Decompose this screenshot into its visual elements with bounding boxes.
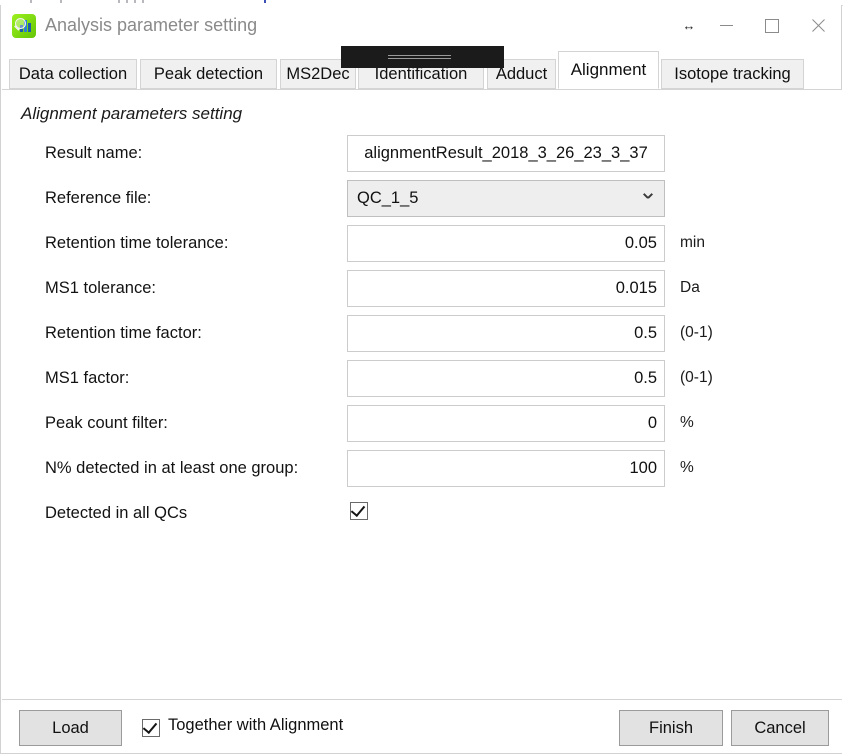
field-value: alignmentResult_2018_3_26_23_3_37 (364, 144, 648, 162)
label-ms1-factor: MS1 factor: (45, 369, 130, 387)
resize-arrow-glyph: ↔ (682, 18, 696, 33)
field-value: 100 (629, 459, 657, 477)
minimize-button[interactable] (703, 5, 749, 46)
dialog-footer: Load Together with Alignment Finish Canc… (2, 699, 842, 753)
cancel-button[interactable]: Cancel (731, 710, 829, 746)
analysis-app-icon (12, 14, 36, 38)
unit-ms1-factor: (0-1) (680, 369, 713, 386)
alignment-tab-panel: Alignment parameters setting Result name… (2, 89, 842, 699)
tab-label: Alignment (570, 60, 647, 79)
field-value: 0.015 (615, 279, 657, 297)
field-value: 0.5 (634, 324, 657, 342)
field-value: QC_1_5 (357, 189, 419, 207)
input-ms1-tolerance[interactable]: 0.015 (347, 270, 665, 307)
load-button[interactable]: Load (19, 710, 122, 746)
redacted-overlay (341, 46, 504, 68)
form-row-retention-time-factor: Retention time factor: 0.5 (0-1) (2, 315, 842, 360)
tab-label: Isotope tracking (674, 64, 791, 83)
form-row-result-name: Result name: alignmentResult_2018_3_26_23… (2, 135, 842, 180)
analysis-parameter-dialog: Analysis parameter setting ↔ Data collec… (0, 5, 842, 754)
tab-label: Peak detection (153, 64, 264, 83)
input-peak-count-filter[interactable]: 0 (347, 405, 665, 442)
close-icon (810, 17, 827, 34)
label-retention-time-tolerance: Retention time tolerance: (45, 234, 229, 252)
tab-alignment[interactable]: Alignment (558, 51, 659, 89)
window-controls: ↔ (675, 5, 841, 46)
checkbox-detected-in-all-qcs[interactable] (350, 501, 368, 520)
tab-peak-detection[interactable]: Peak detection (140, 59, 277, 89)
label-retention-time-factor: Retention time factor: (45, 324, 202, 342)
together-with-alignment-label: Together with Alignment (168, 716, 344, 734)
label-result-name: Result name: (45, 144, 143, 162)
input-retention-time-tolerance[interactable]: 0.05 (347, 225, 665, 262)
unit-n-detected-in-at-least-one-group: % (680, 459, 694, 476)
field-value: 0 (647, 414, 657, 432)
check-icon (350, 501, 366, 518)
tab-isotope-tracking[interactable]: Isotope tracking (661, 59, 804, 89)
form-row-ms1-tolerance: MS1 tolerance: 0.015 Da (2, 270, 842, 315)
minimize-icon (719, 25, 733, 26)
input-ms1-factor[interactable]: 0.5 (347, 360, 665, 397)
section-title: Alignment parameters setting (21, 104, 243, 123)
input-retention-time-factor[interactable]: 0.5 (347, 315, 665, 352)
field-value: 0.5 (634, 369, 657, 387)
unit-retention-time-factor: (0-1) (680, 324, 713, 341)
unit-ms1-tolerance: Da (680, 279, 700, 296)
label-reference-file: Reference file: (45, 189, 152, 207)
unit-peak-count-filter: % (680, 414, 694, 431)
label-detected-in-all-qcs: Detected in all QCs (45, 504, 188, 522)
input-n-detected-in-at-least-one-group[interactable]: 100 (347, 450, 665, 487)
finish-button[interactable]: Finish (619, 710, 723, 746)
close-button[interactable] (795, 5, 841, 46)
check-icon (142, 718, 158, 735)
form-row-peak-count-filter: Peak count filter: 0% (2, 405, 842, 450)
tab-data-collection[interactable]: Data collection (9, 59, 137, 89)
together-with-alignment-checkbox[interactable] (142, 718, 160, 737)
chevron-down-icon (643, 193, 652, 202)
resize-grip-icon[interactable]: ↔ (675, 5, 703, 46)
form-row-ms1-factor: MS1 factor: 0.5 (0-1) (2, 360, 842, 405)
form-row-reference-file: Reference file: QC_1_5 (2, 180, 842, 225)
select-reference-file[interactable]: QC_1_5 (347, 180, 665, 217)
input-result-name[interactable]: alignmentResult_2018_3_26_23_3_37 (347, 135, 665, 172)
alignment-parameters-form: Result name: alignmentResult_2018_3_26_23… (2, 135, 842, 540)
form-row-n-detected-in-at-least-one-group: N% detected in at least one group: 100% (2, 450, 842, 495)
window-title: Analysis parameter setting (45, 15, 258, 35)
label-ms1-tolerance: MS1 tolerance: (45, 279, 156, 297)
form-row-retention-time-tolerance: Retention time tolerance: 0.05 min (2, 225, 842, 270)
maximize-button[interactable] (749, 5, 795, 46)
form-row-detected-in-all-qcs: Detected in all QCs (2, 495, 842, 540)
tab-label: Data collection (18, 64, 128, 83)
unit-retention-time-tolerance: min (680, 234, 705, 251)
field-value: 0.05 (624, 234, 657, 252)
title-bar: Analysis parameter setting ↔ (1, 5, 841, 46)
label-n-detected-in-at-least-one-group: N% detected in at least one group: (45, 459, 299, 477)
label-peak-count-filter: Peak count filter: (45, 414, 168, 432)
maximize-icon (765, 18, 779, 33)
